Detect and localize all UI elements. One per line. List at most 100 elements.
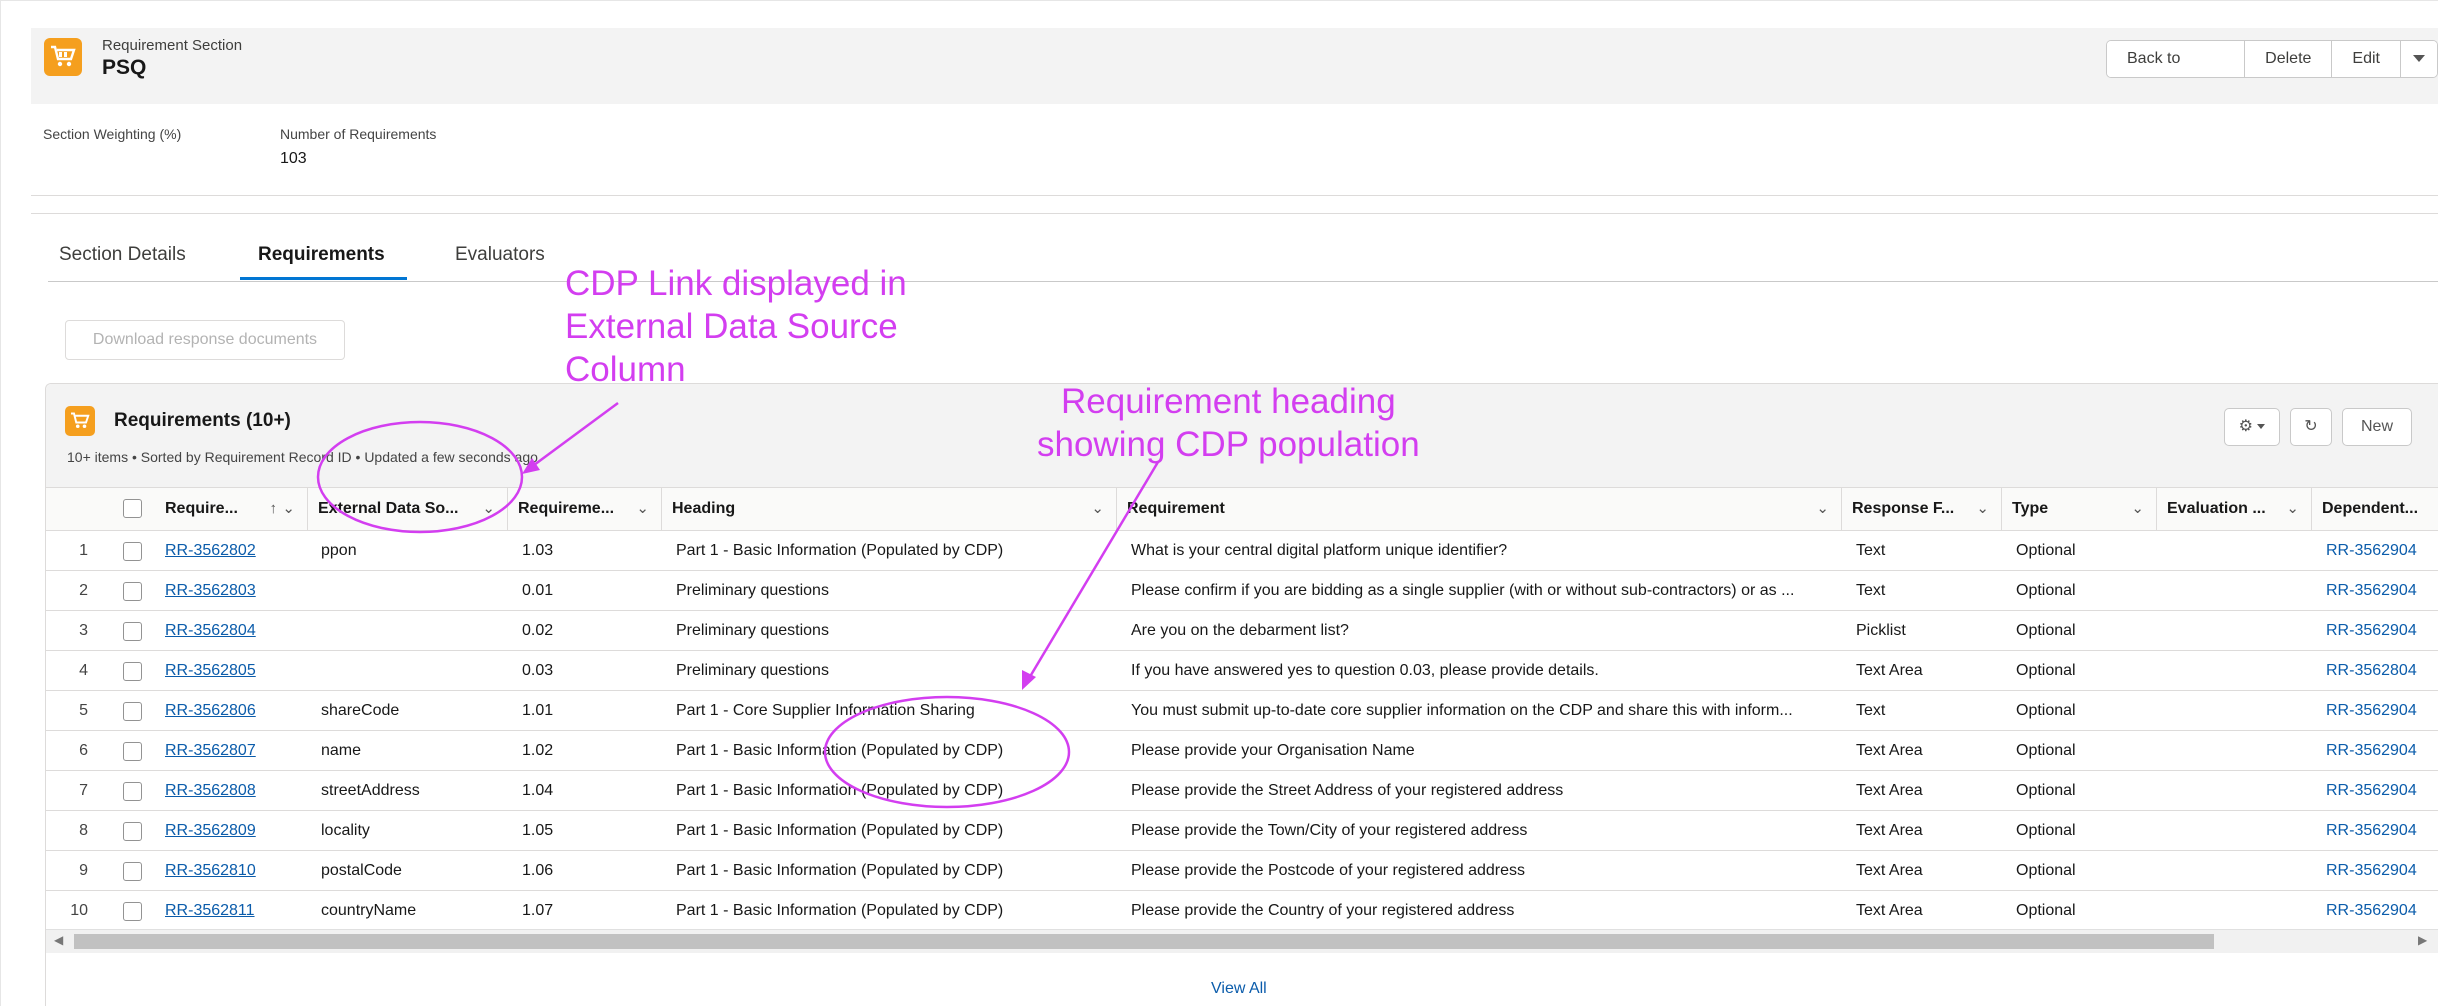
requirement-number-cell: 1.01 (522, 702, 554, 719)
requirement-number-cell: 0.02 (522, 622, 554, 639)
requirement-number-cell: 1.03 (522, 542, 554, 559)
tabs-divider (48, 281, 2438, 282)
card-title: Requirements (10+) (114, 410, 291, 431)
dependent-link[interactable]: RR-3562904 (2326, 611, 2436, 650)
row-checkbox[interactable] (123, 702, 142, 721)
row-number: 6 (79, 742, 88, 759)
record-id-link[interactable]: RR-3562802 (165, 531, 305, 570)
dependent-link[interactable]: RR-3562904 (2326, 811, 2436, 850)
tab-evaluators[interactable]: Evaluators (455, 244, 545, 266)
evaluation-cell (2171, 651, 2301, 690)
type-cell: Optional (2016, 742, 2076, 759)
requirement-cell: Please confirm if you are bidding as a s… (1131, 582, 1795, 599)
page-title: PSQ (102, 56, 147, 79)
row-checkbox[interactable] (123, 582, 142, 601)
type-cell: Optional (2016, 702, 2076, 719)
column-header-external-data-source[interactable]: External Data So... ⌄ (307, 488, 507, 530)
row-checkbox[interactable] (123, 822, 142, 841)
record-id-link[interactable]: RR-3562803 (165, 571, 305, 610)
response-format-cell: Text Area (1856, 662, 1923, 679)
heading-cell: Part 1 - Basic Information (Populated by… (676, 542, 1004, 559)
external-data-source-cell (321, 571, 501, 610)
record-id-link[interactable]: RR-3562811 (165, 891, 305, 930)
dependent-link[interactable]: RR-3562904 (2326, 531, 2436, 570)
table-row: 5 RR-3562806 shareCode 1.01 Part 1 - Core Su… (46, 691, 2438, 731)
download-response-documents-button[interactable]: Download response documents (65, 320, 345, 360)
record-id-link[interactable]: RR-3562810 (165, 851, 305, 890)
dependent-link[interactable]: RR-3562904 (2326, 571, 2436, 610)
column-header-evaluation[interactable]: Evaluation ... ⌄ (2156, 488, 2311, 530)
back-to-project-button[interactable]: Back to Project (2107, 41, 2246, 77)
row-checkbox[interactable] (123, 862, 142, 881)
scroll-right-icon[interactable]: ▶ (2418, 933, 2427, 947)
column-header-type[interactable]: Type ⌄ (2001, 488, 2156, 530)
response-format-cell: Text Area (1856, 742, 1923, 759)
scrollbar-thumb[interactable] (74, 934, 2214, 949)
table-row: 2 RR-3562803 0.01 Preliminary questions Plea… (46, 571, 2438, 611)
num-requirements-value: 103 (280, 150, 307, 167)
dependent-link[interactable]: RR-3562904 (2326, 771, 2436, 810)
chevron-down-icon: ⌄ (636, 500, 649, 517)
column-header-requirement[interactable]: Requirement ⌄ (1116, 488, 1841, 530)
requirement-cell: Please provide the Postcode of your regi… (1131, 862, 1526, 879)
record-id-link[interactable]: RR-3562807 (165, 731, 305, 770)
external-data-source-cell (321, 651, 501, 690)
requirement-cell: Are you on the debarment list? (1131, 622, 1349, 639)
response-format-cell: Text (1856, 542, 1886, 559)
record-id-link[interactable]: RR-3562809 (165, 811, 305, 850)
divider (31, 195, 2438, 196)
row-checkbox[interactable] (123, 542, 142, 561)
chevron-down-icon: ⌄ (1976, 500, 1989, 517)
refresh-button[interactable]: ↻ (2290, 408, 2332, 446)
dependent-link[interactable]: RR-3562904 (2326, 891, 2436, 930)
column-header-requirement-number[interactable]: Requireme... ⌄ (507, 488, 661, 530)
tab-requirements[interactable]: Requirements (258, 244, 385, 266)
table-row: 6 RR-3562807 name 1.02 Part 1 - Basic Inform… (46, 731, 2438, 771)
table-header: Require... ↑ ⌄ External Data So... ⌄ Requir… (46, 487, 2438, 531)
row-checkbox[interactable] (123, 622, 142, 641)
column-header-record-id[interactable]: Require... ↑ ⌄ (155, 488, 307, 530)
dependent-link[interactable]: RR-3562904 (2326, 731, 2436, 770)
type-cell: Optional (2016, 862, 2076, 879)
requirement-cell: Please provide the Country of your regis… (1131, 902, 1515, 919)
chevron-down-icon: ⌄ (482, 500, 495, 517)
requirement-number-cell: 1.02 (522, 742, 554, 759)
column-header-heading[interactable]: Heading ⌄ (661, 488, 1116, 530)
select-all-checkbox[interactable] (123, 499, 142, 518)
list-settings-button[interactable]: ⚙ (2224, 408, 2280, 446)
row-number: 1 (79, 542, 88, 559)
heading-cell: Part 1 - Basic Information (Populated by… (676, 862, 1004, 879)
row-checkbox[interactable] (123, 782, 142, 801)
external-data-source-cell: name (321, 742, 362, 759)
dependent-link[interactable]: RR-3562904 (2326, 851, 2436, 890)
heading-cell: Preliminary questions (676, 622, 829, 639)
record-id-link[interactable]: RR-3562808 (165, 771, 305, 810)
annotation-line: External Data Source (565, 307, 898, 346)
dependent-link[interactable]: RR-3562904 (2326, 691, 2436, 730)
scroll-left-icon[interactable]: ◀ (54, 933, 63, 947)
new-button[interactable]: New (2342, 408, 2412, 446)
requirement-number-cell: 0.03 (522, 662, 554, 679)
record-id-link[interactable]: RR-3562805 (165, 651, 305, 690)
record-id-link[interactable]: RR-3562806 (165, 691, 305, 730)
view-all-link[interactable]: View All (1211, 980, 1267, 998)
type-cell: Optional (2016, 582, 2076, 599)
tab-section-details[interactable]: Section Details (59, 244, 186, 266)
cart-icon (44, 38, 82, 76)
row-checkbox[interactable] (123, 742, 142, 761)
evaluation-cell (2171, 771, 2301, 810)
edit-button[interactable]: Edit (2332, 41, 2401, 77)
column-header-response-format[interactable]: Response F... ⌄ (1841, 488, 2001, 530)
heading-cell: Preliminary questions (676, 662, 829, 679)
more-actions-button[interactable] (2401, 41, 2437, 77)
delete-button[interactable]: Delete (2245, 41, 2333, 77)
row-checkbox[interactable] (123, 902, 142, 921)
column-header-dependent[interactable]: Dependent... (2311, 488, 2438, 530)
horizontal-scrollbar[interactable]: ◀ ▶ (46, 929, 2438, 953)
evaluation-cell (2171, 691, 2301, 730)
chevron-down-icon: ⌄ (1091, 500, 1104, 517)
annotation-line: Column (565, 350, 686, 389)
record-id-link[interactable]: RR-3562804 (165, 611, 305, 650)
row-checkbox[interactable] (123, 662, 142, 681)
dependent-link[interactable]: RR-3562804 (2326, 651, 2436, 690)
